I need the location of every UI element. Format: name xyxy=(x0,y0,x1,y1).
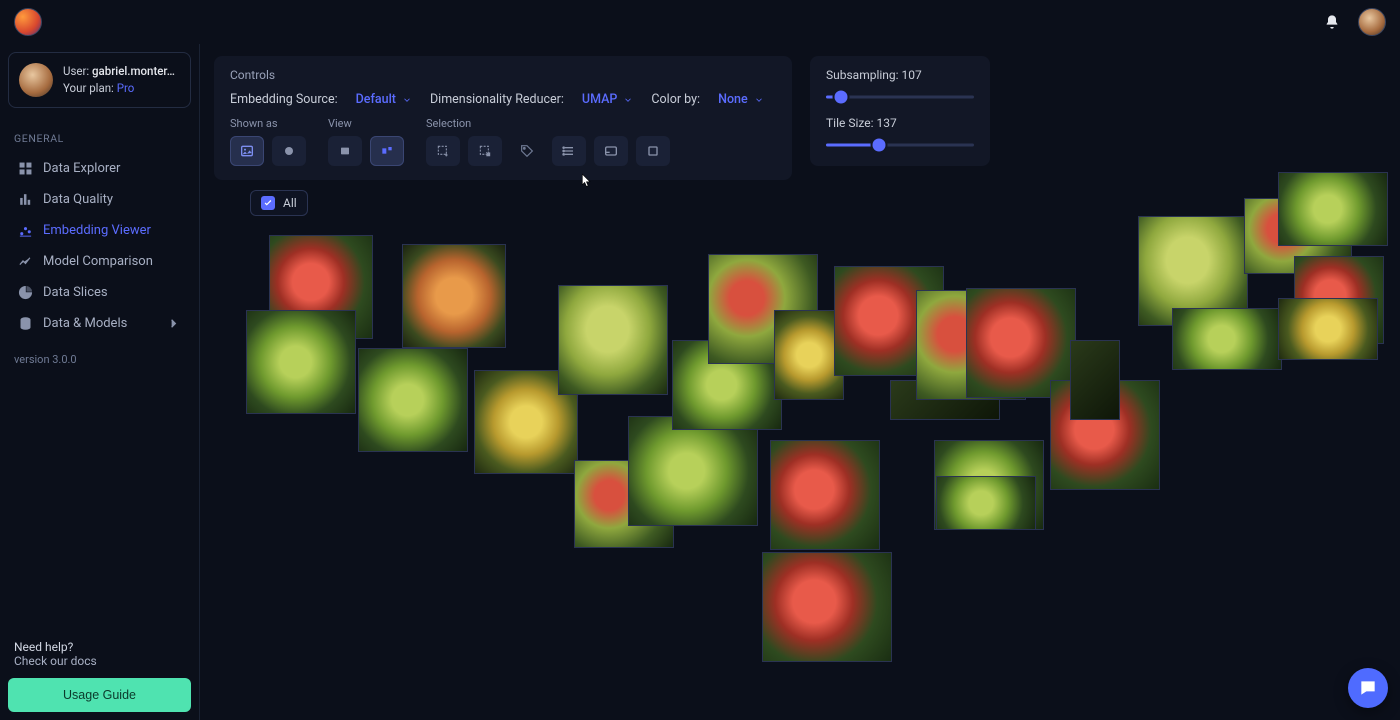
sidebar-item-label: Data Slices xyxy=(43,285,108,300)
tag-button[interactable] xyxy=(510,136,544,166)
help-block: Need help? Check our docs xyxy=(8,640,191,678)
embedding-tile[interactable] xyxy=(558,285,668,395)
embedding-tile[interactable] xyxy=(358,348,468,452)
chat-icon xyxy=(1358,678,1378,698)
user-card[interactable]: User: gabriel.monter… Your plan: Pro xyxy=(8,52,191,108)
sidebar-item-embedding-viewer[interactable]: Embedding Viewer xyxy=(8,215,191,246)
checkbox-checked-icon xyxy=(261,196,275,210)
sidebar-item-label: Model Comparison xyxy=(43,254,153,269)
embedding-tile[interactable] xyxy=(936,476,1036,530)
selection-label: Selection xyxy=(426,117,670,130)
shown-as-point-button[interactable] xyxy=(272,136,306,166)
selection-add-button[interactable] xyxy=(426,136,460,166)
embedding-tile[interactable] xyxy=(770,440,880,550)
square-outline-icon xyxy=(645,143,661,159)
embedding-tile[interactable] xyxy=(1070,340,1120,420)
all-filter-chip[interactable]: All xyxy=(250,190,308,216)
sidebar-item-label: Data Quality xyxy=(43,192,113,207)
embedding-tile[interactable] xyxy=(1172,308,1282,370)
embedding-tile[interactable] xyxy=(246,310,356,414)
view-split-button[interactable] xyxy=(370,136,404,166)
select-pointer-icon xyxy=(477,143,493,159)
scatter-icon xyxy=(18,223,33,238)
sidebar-item-label: Data Explorer xyxy=(43,161,120,176)
card-button[interactable] xyxy=(594,136,628,166)
chevron-down-icon xyxy=(623,95,633,105)
select-add-icon xyxy=(435,143,451,159)
embedding-source-dropdown[interactable]: Default xyxy=(356,92,412,107)
sidebar-item-data-explorer[interactable]: Data Explorer xyxy=(8,153,191,184)
subsampling-label: Subsampling: 107 xyxy=(826,68,974,82)
user-name-line: User: gabriel.monter… xyxy=(63,63,175,80)
sidebar-item-model-comparison[interactable]: Model Comparison xyxy=(8,246,191,277)
sidebar-item-data-slices[interactable]: Data Slices xyxy=(8,277,191,308)
help-title: Need help? xyxy=(14,640,185,654)
embedding-canvas[interactable]: All xyxy=(214,180,1400,720)
sliders-panel: Subsampling: 107 Tile Size: 137 xyxy=(810,56,990,166)
sidebar-item-label: Embedding Viewer xyxy=(43,223,151,238)
shown-as-image-button[interactable] xyxy=(230,136,264,166)
bars-icon xyxy=(18,192,33,207)
list-button[interactable] xyxy=(552,136,586,166)
sidebar-item-label: Data & Models xyxy=(43,316,127,331)
pie-icon xyxy=(18,285,33,300)
dim-reducer-label: Dimensionality Reducer: xyxy=(430,92,564,107)
notifications-icon[interactable] xyxy=(1324,14,1340,30)
sidebar-section-label: GENERAL xyxy=(14,132,185,145)
user-avatar[interactable] xyxy=(1358,8,1386,36)
sidebar: User: gabriel.monter… Your plan: Pro GEN… xyxy=(0,44,200,720)
image-icon xyxy=(239,143,255,159)
tile-size-label: Tile Size: 137 xyxy=(826,116,974,130)
tile-size-slider[interactable] xyxy=(826,138,974,152)
embedding-tile[interactable] xyxy=(1278,172,1388,246)
embedding-tile[interactable] xyxy=(1278,298,1378,360)
controls-panel: Controls Embedding Source: Default Dimen… xyxy=(214,56,792,180)
sidebar-item-data-quality[interactable]: Data Quality xyxy=(8,184,191,215)
outline-button[interactable] xyxy=(636,136,670,166)
color-by-label: Color by: xyxy=(651,92,700,107)
grid-icon xyxy=(18,161,33,176)
shown-as-label: Shown as xyxy=(230,117,306,130)
subsampling-slider[interactable] xyxy=(826,90,974,104)
topbar xyxy=(0,0,1400,44)
version-text: version 3.0.0 xyxy=(14,353,185,366)
user-avatar-small xyxy=(19,63,53,97)
card-icon xyxy=(603,143,619,159)
user-plan-line: Your plan: Pro xyxy=(63,80,175,97)
circle-icon xyxy=(281,143,297,159)
chevron-down-icon xyxy=(754,95,764,105)
list-icon xyxy=(561,143,577,159)
split-icon xyxy=(379,143,395,159)
embedding-tile[interactable] xyxy=(762,552,892,662)
stack-icon xyxy=(18,316,33,331)
sidebar-item-data-models[interactable]: Data & Models xyxy=(8,308,191,339)
help-subtitle: Check our docs xyxy=(14,654,185,668)
square-filled-icon xyxy=(337,143,353,159)
tag-icon xyxy=(519,143,535,159)
embedding-source-label: Embedding Source: xyxy=(230,92,338,107)
embedding-tile[interactable] xyxy=(402,244,506,348)
view-single-button[interactable] xyxy=(328,136,362,166)
controls-title: Controls xyxy=(230,68,776,82)
chevron-right-icon xyxy=(166,316,181,331)
selection-pointer-button[interactable] xyxy=(468,136,502,166)
color-by-dropdown[interactable]: None xyxy=(718,92,764,107)
dim-reducer-dropdown[interactable]: UMAP xyxy=(582,92,634,107)
embedding-tile[interactable] xyxy=(628,416,758,526)
chevron-down-icon xyxy=(402,95,412,105)
app-logo[interactable] xyxy=(14,8,42,36)
chat-help-button[interactable] xyxy=(1348,668,1388,708)
usage-guide-button[interactable]: Usage Guide xyxy=(8,678,191,712)
view-label: View xyxy=(328,117,404,130)
line-icon xyxy=(18,254,33,269)
